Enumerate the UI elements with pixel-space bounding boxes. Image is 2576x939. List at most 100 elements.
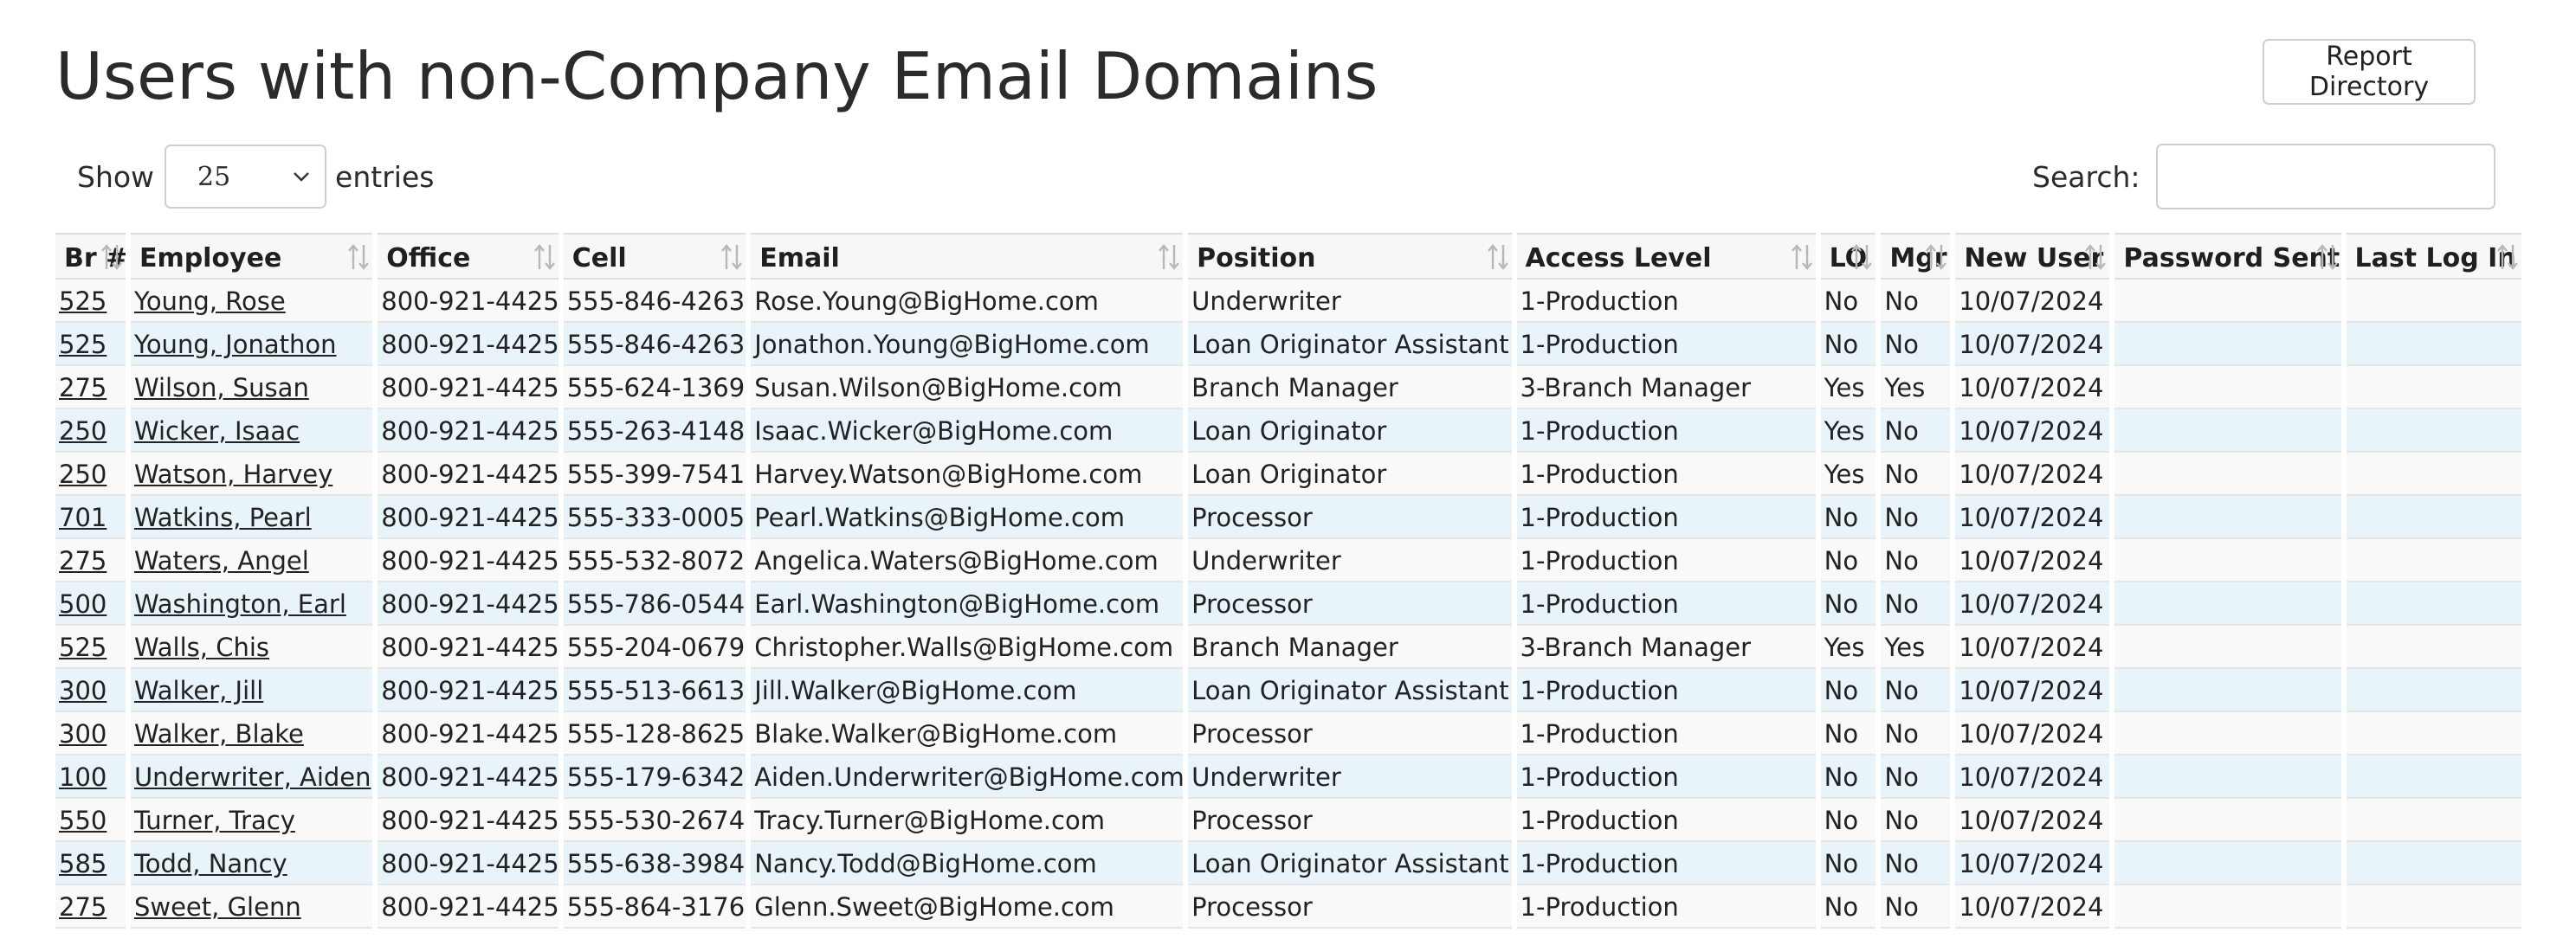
email-cell: Blake.Walker@BigHome.com — [754, 719, 1118, 749]
office-phone: 800-921-4425 — [378, 626, 558, 669]
last-log-in-cell — [2346, 453, 2521, 496]
email-cell: Jill.Walker@BigHome.com — [754, 676, 1077, 705]
branch-link[interactable]: 275 — [59, 892, 107, 922]
branch-link[interactable]: 250 — [59, 416, 107, 446]
employee-link[interactable]: Waters, Angel — [134, 546, 309, 576]
branch-link[interactable]: 300 — [59, 676, 107, 705]
employee-link[interactable]: Wicker, Isaac — [134, 416, 300, 446]
table-row: 100 Underwriter, Aiden 800-921-4425 555-179… — [55, 756, 2521, 799]
employee-link[interactable]: Underwriter, Aiden — [134, 762, 371, 792]
column-header-employee[interactable]: Employee — [130, 233, 373, 280]
office-phone: 800-921-4425 — [381, 416, 558, 446]
new-user-date: 10/07/2024 — [1955, 799, 2110, 842]
table-row: 585 Todd, Nancy 800-921-4425 555-638-3984 Na… — [55, 842, 2521, 885]
employee-link[interactable]: Todd, Nancy — [134, 849, 287, 878]
access-level-cell: 1-Production — [1516, 842, 1816, 885]
employee-link[interactable]: Young, Rose — [134, 286, 286, 316]
password-sent-cell — [2114, 496, 2341, 539]
branch-link[interactable]: 250 — [59, 460, 107, 489]
branch-link[interactable]: 100 — [59, 762, 107, 792]
employee-link[interactable]: Washington, Earl — [134, 589, 346, 619]
new-user-date: 10/07/2024 — [1959, 676, 2104, 705]
sort-arrows-icon — [2316, 244, 2338, 270]
position-cell: Underwriter — [1188, 539, 1512, 582]
branch-link[interactable]: 585 — [59, 849, 107, 878]
cell-phone: 555-513-6613 — [566, 676, 746, 705]
column-header-br[interactable]: Br # — [55, 233, 126, 280]
employee-link[interactable]: Watson, Harvey — [134, 460, 332, 489]
mgr-cell: Yes — [1881, 626, 1951, 669]
employee-link[interactable]: Walls, Chis — [134, 633, 269, 662]
office-phone: 800-921-4425 — [381, 460, 558, 489]
employee-link[interactable]: Walker, Blake — [134, 719, 304, 749]
employee-link[interactable]: Wilson, Susan — [134, 373, 309, 402]
mgr-cell: No — [1884, 762, 1919, 792]
column-header-last-log-in[interactable]: Last Log In — [2346, 233, 2521, 280]
branch-link[interactable]: 275 — [59, 546, 107, 576]
mgr-cell: No — [1884, 892, 1919, 922]
column-header-lo[interactable]: LO — [1820, 233, 1876, 280]
column-header-position[interactable]: Position — [1188, 233, 1512, 280]
lo-cell: Yes — [1820, 409, 1876, 453]
email-cell: Harvey.Watson@BigHome.com — [754, 460, 1143, 489]
mgr-cell: No — [1881, 453, 1951, 496]
table-row: 300 Walker, Blake 800-921-4425 555-128-8625… — [55, 712, 2521, 756]
employee-link[interactable]: Watkins, Pearl — [134, 503, 312, 532]
password-sent-cell — [2114, 582, 2341, 626]
lo-cell: No — [1824, 719, 1859, 749]
position-cell: Processor — [1191, 503, 1313, 532]
column-header-mgr[interactable]: Mgr — [1881, 233, 1951, 280]
column-header-password-sent[interactable]: Password Sent — [2114, 233, 2341, 280]
last-log-in-cell — [2346, 669, 2521, 712]
position-cell: Processor — [1191, 806, 1313, 835]
branch-link[interactable]: 701 — [59, 503, 107, 532]
office-phone: 800-921-4425 — [381, 806, 558, 835]
table-body: 525 Young, Rose 800-921-4425 555-846-4263 Ro… — [55, 280, 2521, 929]
email-cell: Earl.Washington@BigHome.com — [751, 582, 1184, 626]
employee-link[interactable]: Young, Jonathon — [134, 330, 337, 359]
mgr-cell: No — [1884, 416, 1919, 446]
branch-link[interactable]: 500 — [59, 589, 107, 619]
table-row: 525 Young, Rose 800-921-4425 555-846-4263 Ro… — [55, 280, 2521, 323]
office-phone: 800-921-4425 — [378, 669, 558, 712]
table-row: 250 Watson, Harvey 800-921-4425 555-399-754… — [55, 453, 2521, 496]
employee-link[interactable]: Turner, Tracy — [134, 806, 295, 835]
lo-cell: No — [1820, 885, 1876, 929]
branch-cell: 585 — [55, 842, 126, 885]
branch-link[interactable]: 550 — [59, 806, 107, 835]
password-sent-cell — [2114, 453, 2341, 496]
table-row: 525 Walls, Chis 800-921-4425 555-204-0679 Ch… — [55, 626, 2521, 669]
employee-link[interactable]: Sweet, Glenn — [134, 892, 301, 922]
lo-cell: No — [1824, 330, 1859, 359]
search-input[interactable] — [2155, 144, 2495, 209]
report-directory-button[interactable]: Report Directory — [2263, 39, 2476, 105]
column-header-new-user[interactable]: New User — [1955, 233, 2110, 280]
mgr-cell: No — [1881, 496, 1951, 539]
table-row: 550 Turner, Tracy 800-921-4425 555-530-2674… — [55, 799, 2521, 842]
entries-per-page-select[interactable]: 25 — [165, 145, 327, 209]
employee-cell: Waters, Angel — [130, 539, 373, 582]
cell-phone: 555-263-4148 — [563, 409, 746, 453]
mgr-cell: No — [1884, 676, 1919, 705]
column-header-email[interactable]: Email — [751, 233, 1184, 280]
new-user-date: 10/07/2024 — [1959, 762, 2104, 792]
column-header-access-level[interactable]: Access Level — [1516, 233, 1816, 280]
position-cell: Processor — [1191, 719, 1313, 749]
employee-cell: Washington, Earl — [130, 582, 373, 626]
branch-link[interactable]: 525 — [59, 633, 107, 662]
employee-link[interactable]: Walker, Jill — [134, 676, 263, 705]
password-sent-cell — [2114, 366, 2341, 409]
lo-cell: No — [1820, 756, 1876, 799]
branch-link[interactable]: 300 — [59, 719, 107, 749]
position-cell: Processor — [1188, 712, 1512, 756]
position-cell: Loan Originator Assistant — [1191, 330, 1509, 359]
employee-cell: Walker, Blake — [130, 712, 373, 756]
position-cell: Loan Originator Assistant — [1188, 323, 1512, 366]
branch-link[interactable]: 525 — [59, 286, 107, 316]
column-header-office[interactable]: Office — [378, 233, 558, 280]
branch-link[interactable]: 525 — [59, 330, 107, 359]
mgr-cell: No — [1884, 806, 1919, 835]
column-header-cell[interactable]: Cell — [563, 233, 746, 280]
branch-link[interactable]: 275 — [59, 373, 107, 402]
new-user-date: 10/07/2024 — [1959, 373, 2104, 402]
